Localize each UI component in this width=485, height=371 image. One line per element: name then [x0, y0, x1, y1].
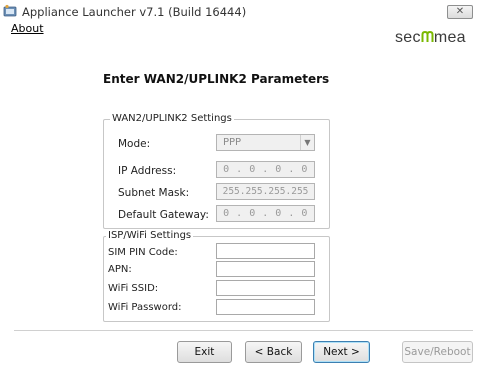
- sim-pin-label: SIM PIN Code:: [108, 247, 178, 258]
- chevron-down-icon: ▼: [300, 135, 314, 150]
- close-button[interactable]: ✕: [447, 5, 473, 19]
- wifi-password-label: WiFi Password:: [108, 302, 182, 313]
- wifi-ssid-label: WiFi SSID:: [108, 283, 159, 294]
- back-button[interactable]: < Back: [245, 341, 302, 363]
- secomea-logo: sec mea: [395, 29, 466, 47]
- footer-divider: [14, 330, 473, 331]
- close-icon: ✕: [455, 6, 465, 17]
- isp-wifi-settings-legend: ISP/WiFi Settings: [106, 230, 194, 241]
- exit-button[interactable]: Exit: [177, 341, 232, 363]
- default-gateway-field[interactable]: 0 . 0 . 0 . 0: [216, 205, 315, 222]
- wan2-settings-legend: WAN2/UPLINK2 Settings: [110, 113, 234, 124]
- window-title: Appliance Launcher v7.1 (Build 16444): [22, 5, 247, 19]
- app-icon: [3, 4, 17, 18]
- mode-select[interactable]: PPP ▼: [216, 134, 315, 151]
- wifi-password-input[interactable]: [216, 299, 315, 315]
- logo-mark-icon: [421, 31, 434, 43]
- logo-text-suffix: mea: [433, 29, 466, 46]
- wan2-settings-group: WAN2/UPLINK2 Settings Mode: PPP ▼ IP Add…: [103, 113, 330, 229]
- subnet-mask-field[interactable]: 255.255.255.255: [216, 183, 315, 200]
- logo-text-prefix: sec: [395, 29, 421, 46]
- wifi-ssid-input[interactable]: [216, 280, 315, 296]
- title-bar: Appliance Launcher v7.1 (Build 16444) ✕: [0, 0, 485, 22]
- subnet-mask-label: Subnet Mask:: [118, 187, 190, 199]
- page-title: Enter WAN2/UPLINK2 Parameters: [103, 72, 330, 86]
- about-menu-item[interactable]: About: [11, 22, 44, 35]
- ip-address-field[interactable]: 0 . 0 . 0 . 0: [216, 161, 315, 178]
- apn-label: APN:: [108, 264, 132, 275]
- apn-input[interactable]: [216, 261, 315, 277]
- default-gateway-label: Default Gateway:: [118, 209, 209, 221]
- ip-address-label: IP Address:: [118, 165, 177, 177]
- mode-select-value: PPP: [223, 137, 242, 148]
- next-button[interactable]: Next >: [313, 341, 370, 363]
- isp-wifi-settings-group: ISP/WiFi Settings SIM PIN Code: APN: WiF…: [103, 230, 330, 322]
- mode-label: Mode:: [118, 138, 151, 150]
- save-reboot-button[interactable]: Save/Reboot: [402, 341, 473, 363]
- appliance-launcher-window: Appliance Launcher v7.1 (Build 16444) ✕ …: [0, 0, 485, 371]
- sim-pin-input[interactable]: [216, 243, 315, 259]
